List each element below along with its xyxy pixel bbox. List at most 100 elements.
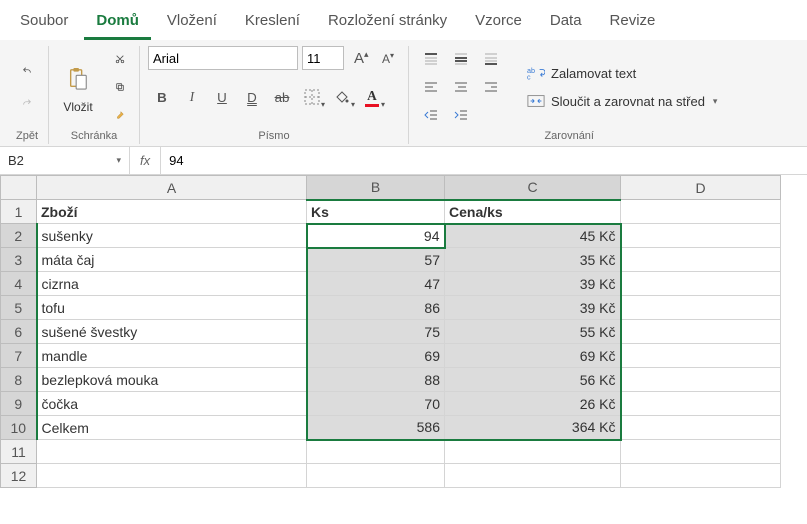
cell-A1[interactable]: Zboží (37, 200, 307, 224)
row-header-10[interactable]: 10 (1, 416, 37, 440)
paste-button[interactable] (61, 60, 95, 98)
align-center-button[interactable] (447, 76, 473, 98)
cell-B9[interactable]: 70 (307, 392, 445, 416)
font-color-button[interactable]: A ▾ (358, 84, 386, 110)
cell-C1[interactable]: Cena/ks (445, 200, 621, 224)
select-all-corner[interactable] (1, 176, 37, 200)
row-header-7[interactable]: 7 (1, 344, 37, 368)
increase-indent-button[interactable] (447, 104, 473, 126)
cell-B8[interactable]: 88 (307, 368, 445, 392)
redo-button[interactable] (16, 92, 38, 114)
tab-layout[interactable]: Rozložení stránky (316, 6, 459, 40)
cell-C5[interactable]: 39 Kč (445, 296, 621, 320)
cell-B4[interactable]: 47 (307, 272, 445, 296)
cell-C11[interactable] (445, 440, 621, 464)
cell-B10[interactable]: 586 (307, 416, 445, 440)
row-header-6[interactable]: 6 (1, 320, 37, 344)
row-header-1[interactable]: 1 (1, 200, 37, 224)
cell-B1[interactable]: Ks (307, 200, 445, 224)
cell-D10[interactable] (621, 416, 781, 440)
cell-D1[interactable] (621, 200, 781, 224)
merge-center-button[interactable]: Sloučit a zarovnat na střed ▾ (523, 90, 721, 112)
cell-B5[interactable]: 86 (307, 296, 445, 320)
cell-A9[interactable]: čočka (37, 392, 307, 416)
cell-D6[interactable] (621, 320, 781, 344)
tab-file[interactable]: Soubor (8, 6, 80, 40)
cell-A7[interactable]: mandle (37, 344, 307, 368)
undo-button[interactable] (16, 60, 38, 82)
cell-D8[interactable] (621, 368, 781, 392)
italic-button[interactable]: I (178, 84, 206, 110)
align-right-button[interactable] (477, 76, 503, 98)
wrap-text-button[interactable]: abc Zalamovat text (523, 62, 721, 84)
tab-draw[interactable]: Kreslení (233, 6, 312, 40)
align-bottom-button[interactable] (477, 48, 503, 70)
formula-input[interactable] (161, 147, 807, 174)
cell-A10[interactable]: Celkem (37, 416, 307, 440)
align-left-button[interactable] (417, 76, 443, 98)
double-underline-button[interactable]: D (238, 84, 266, 110)
row-header-9[interactable]: 9 (1, 392, 37, 416)
cell-C7[interactable]: 69 Kč (445, 344, 621, 368)
cut-button[interactable] (109, 48, 131, 70)
cell-A4[interactable]: cizrna (37, 272, 307, 296)
cell-D4[interactable] (621, 272, 781, 296)
format-painter-button[interactable] (109, 104, 131, 126)
borders-button[interactable]: ▾ (298, 84, 326, 110)
cell-D12[interactable] (621, 464, 781, 488)
align-top-button[interactable] (417, 48, 443, 70)
cell-A3[interactable]: máta čaj (37, 248, 307, 272)
copy-button[interactable] (109, 76, 131, 98)
row-header-5[interactable]: 5 (1, 296, 37, 320)
cell-D7[interactable] (621, 344, 781, 368)
tab-formulas[interactable]: Vzorce (463, 6, 534, 40)
cell-C10[interactable]: 364 Kč (445, 416, 621, 440)
col-header-C[interactable]: C (445, 176, 621, 200)
cell-A8[interactable]: bezlepková mouka (37, 368, 307, 392)
cell-D5[interactable] (621, 296, 781, 320)
cell-A5[interactable]: tofu (37, 296, 307, 320)
row-header-3[interactable]: 3 (1, 248, 37, 272)
cell-A2[interactable]: sušenky (37, 224, 307, 248)
cell-C8[interactable]: 56 Kč (445, 368, 621, 392)
grow-font-button[interactable]: A▴ (348, 46, 372, 70)
row-header-2[interactable]: 2 (1, 224, 37, 248)
cell-B3[interactable]: 57 (307, 248, 445, 272)
cell-B12[interactable] (307, 464, 445, 488)
name-box[interactable]: B2 ▾ (0, 147, 130, 174)
row-header-12[interactable]: 12 (1, 464, 37, 488)
fill-color-button[interactable]: ▾ (328, 84, 356, 110)
shrink-font-button[interactable]: A▾ (376, 46, 400, 70)
cell-A12[interactable] (37, 464, 307, 488)
cell-B6[interactable]: 75 (307, 320, 445, 344)
cell-B7[interactable]: 69 (307, 344, 445, 368)
cell-C6[interactable]: 55 Kč (445, 320, 621, 344)
cell-B2[interactable]: 94 (307, 224, 445, 248)
fx-label[interactable]: fx (130, 147, 161, 174)
tab-insert[interactable]: Vložení (155, 6, 229, 40)
underline-button[interactable]: U (208, 84, 236, 110)
tab-review[interactable]: Revize (598, 6, 668, 40)
cell-B11[interactable] (307, 440, 445, 464)
cell-C2[interactable]: 45 Kč (445, 224, 621, 248)
col-header-B[interactable]: B (307, 176, 445, 200)
font-name-select[interactable] (148, 46, 298, 70)
align-middle-button[interactable] (447, 48, 473, 70)
col-header-A[interactable]: A (37, 176, 307, 200)
strikethrough-button[interactable]: ab (268, 84, 296, 110)
cell-D2[interactable] (621, 224, 781, 248)
cell-C4[interactable]: 39 Kč (445, 272, 621, 296)
decrease-indent-button[interactable] (417, 104, 443, 126)
row-header-11[interactable]: 11 (1, 440, 37, 464)
cell-C3[interactable]: 35 Kč (445, 248, 621, 272)
bold-button[interactable]: B (148, 84, 176, 110)
row-header-4[interactable]: 4 (1, 272, 37, 296)
cell-A6[interactable]: sušené švestky (37, 320, 307, 344)
tab-home[interactable]: Domů (84, 6, 151, 40)
cell-C12[interactable] (445, 464, 621, 488)
font-size-select[interactable] (302, 46, 344, 70)
tab-data[interactable]: Data (538, 6, 594, 40)
cell-D11[interactable] (621, 440, 781, 464)
row-header-8[interactable]: 8 (1, 368, 37, 392)
cell-D9[interactable] (621, 392, 781, 416)
